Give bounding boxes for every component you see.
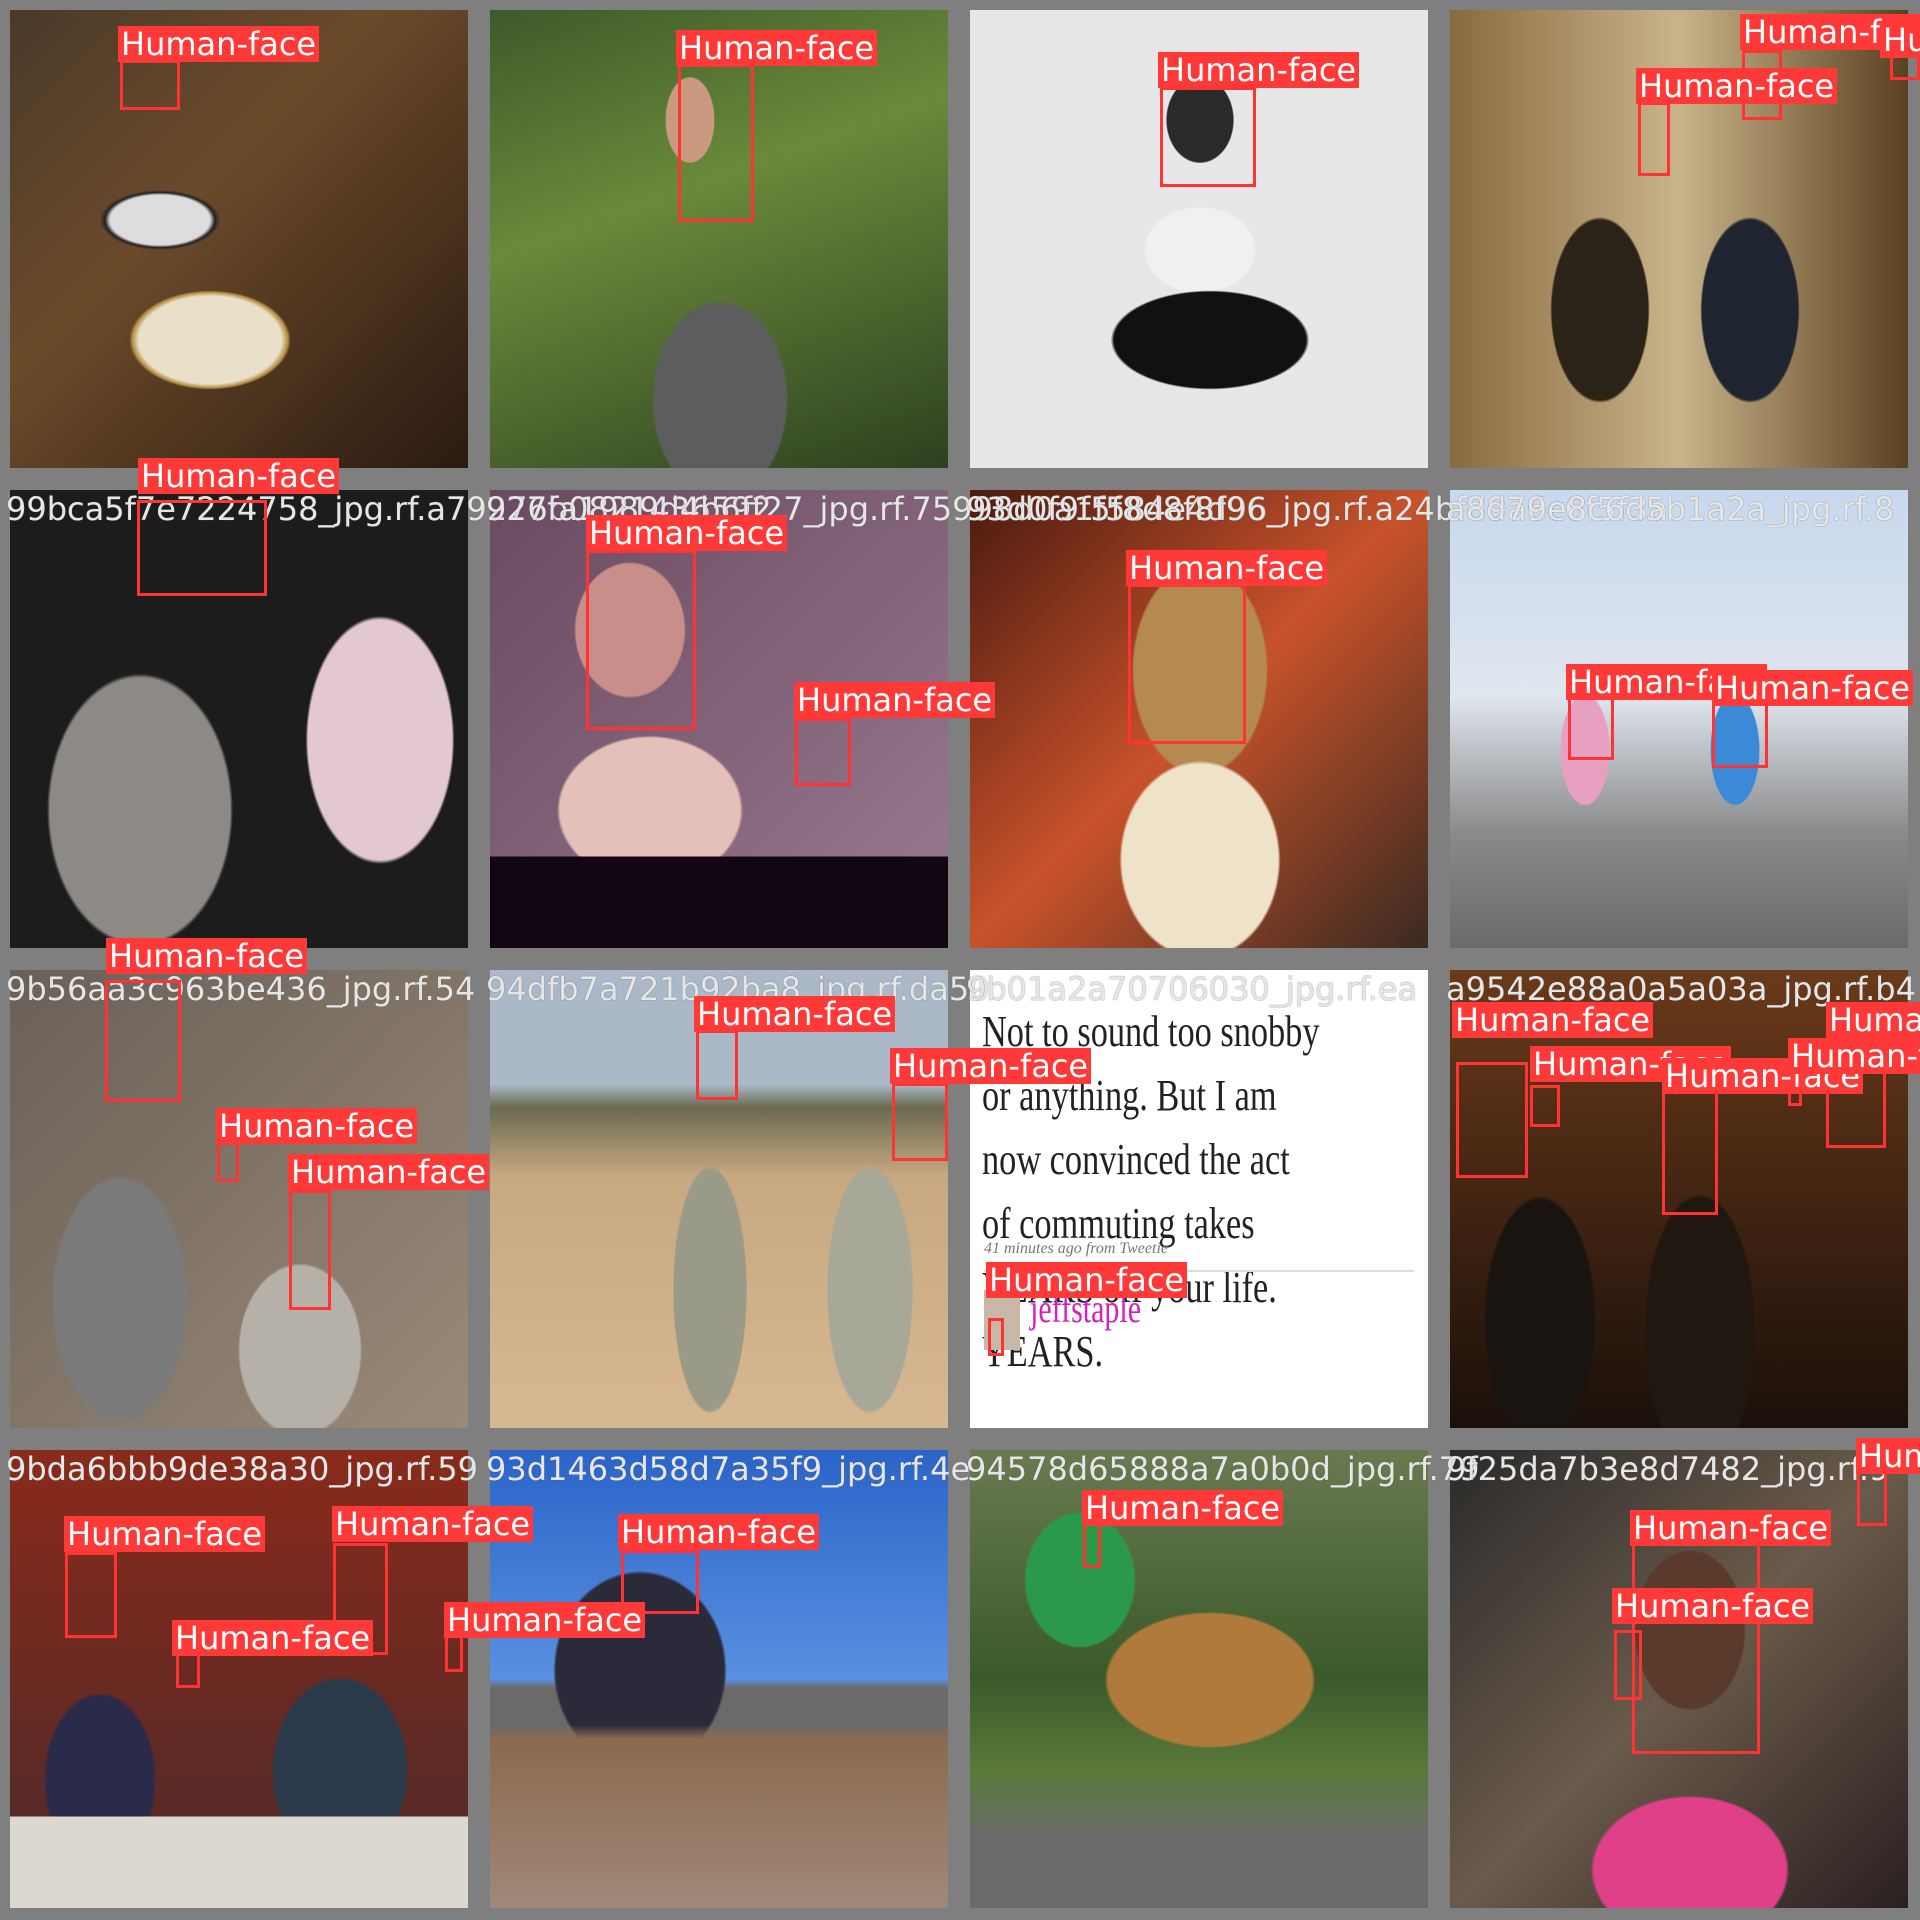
photo-women-laughing	[10, 970, 468, 1428]
tweet-timestamp: 41 minutes ago from Tweetie	[984, 1240, 1168, 1257]
photo-girl-bw	[970, 10, 1428, 468]
mosaic-cell-11: Not to sound too snobby or anything. But…	[960, 960, 1440, 1440]
mosaic-cell-9	[0, 960, 480, 1440]
mosaic-cell-12	[1440, 960, 1920, 1440]
photo-tweet-screenshot: Not to sound too snobby or anything. But…	[970, 970, 1428, 1428]
mosaic-cell-5	[0, 480, 480, 960]
mosaic-cell-4	[1440, 0, 1920, 480]
divider	[984, 1270, 1414, 1272]
mosaic-cell-13	[0, 1440, 480, 1920]
mosaic-cell-8	[1440, 480, 1920, 960]
mosaic-cell-15	[960, 1440, 1440, 1920]
photo-mascot-statues	[1450, 490, 1908, 948]
photo-woman-closeup	[1450, 1450, 1908, 1908]
mosaic-cell-14	[480, 1440, 960, 1920]
photo-classroom-group	[10, 1450, 468, 1908]
mosaic-cell-6	[480, 480, 960, 960]
mosaic-cell-7	[960, 480, 1440, 960]
mosaic-cell-1	[0, 0, 480, 480]
photo-koala	[10, 490, 468, 948]
photo-costume-girl	[970, 490, 1428, 948]
avatar	[984, 1290, 1020, 1350]
mosaic-cell-16	[1440, 1440, 1920, 1920]
photo-father-baby	[490, 490, 948, 948]
mosaic-cell-10	[480, 960, 960, 1440]
tweet-username: jeffstaple	[1030, 1286, 1142, 1331]
photo-crowd-suits	[1450, 970, 1908, 1428]
photo-man-sunglasses	[490, 10, 948, 468]
photo-lion-sculpture	[970, 1450, 1428, 1908]
photo-noodle-bowls	[10, 10, 468, 468]
photo-men-seated	[1450, 10, 1908, 468]
mosaic-cell-3	[960, 0, 1440, 480]
mosaic-cell-2	[480, 0, 960, 480]
tweet-card: Not to sound too snobby or anything. But…	[970, 970, 1428, 1428]
photo-ladder-wall	[490, 1450, 948, 1908]
photo-soldiers	[490, 970, 948, 1428]
